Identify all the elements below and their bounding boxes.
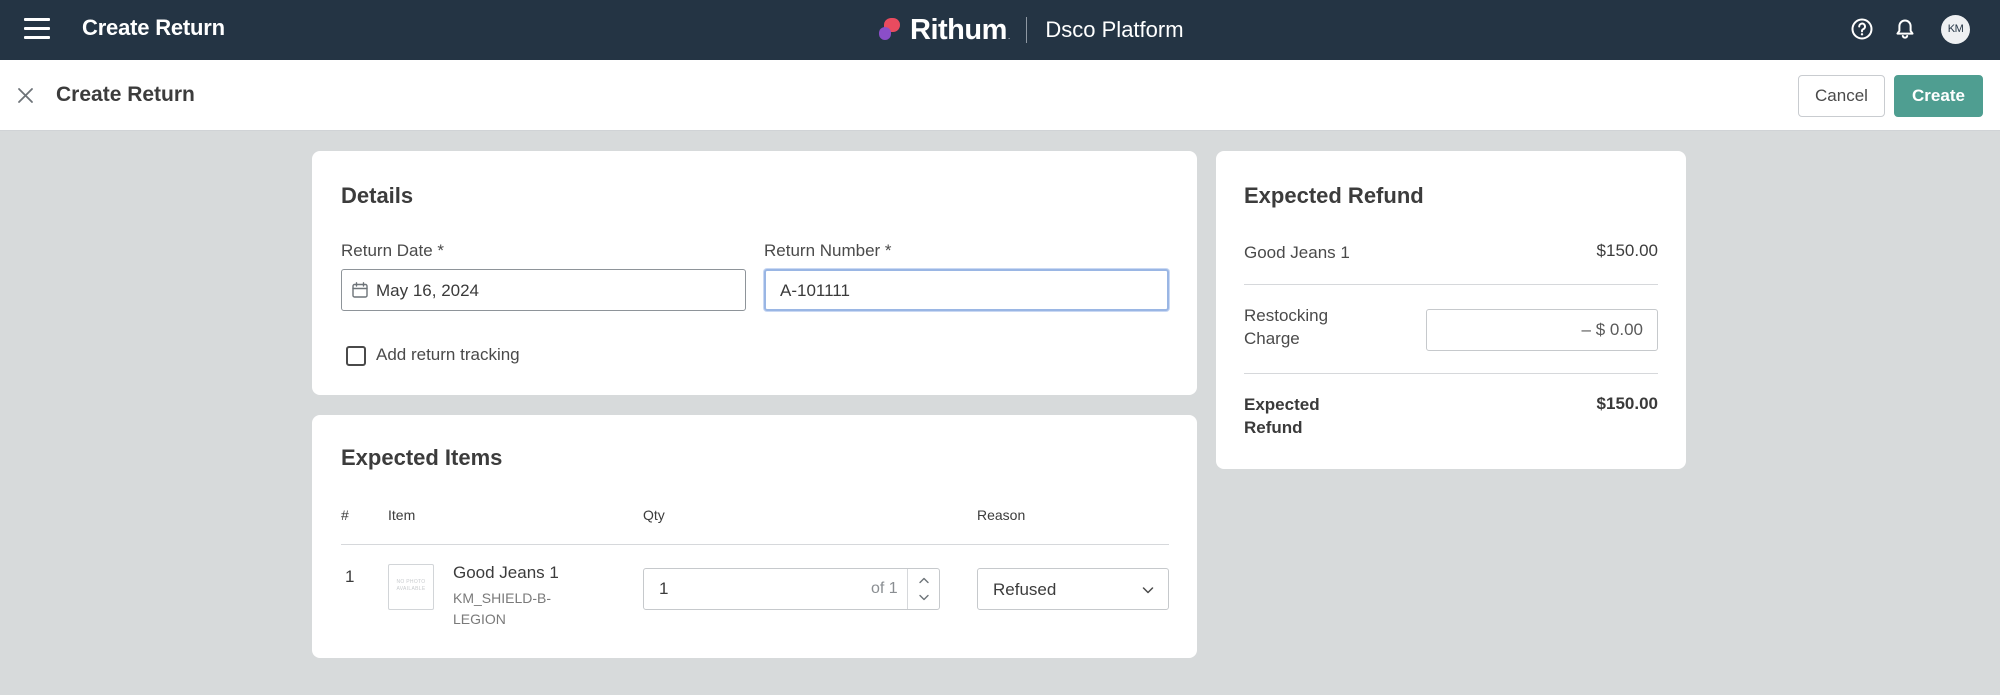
- return-tracking-label[interactable]: Add return tracking: [376, 345, 520, 365]
- refund-divider: [1244, 373, 1658, 374]
- reason-select[interactable]: Refused: [977, 568, 1169, 610]
- refund-item-label: Good Jeans 1: [1244, 243, 1350, 262]
- brand-trademark: .: [1007, 31, 1011, 41]
- item-name[interactable]: Good Jeans 1: [453, 563, 559, 583]
- help-circle-icon[interactable]: [1850, 17, 1874, 41]
- menu-icon[interactable]: [24, 18, 50, 40]
- brand-divider: [1026, 17, 1028, 43]
- top-nav-bar: Create Return Rithum . Dsco Platform KM: [0, 0, 2000, 60]
- column-header-qty: Qty: [643, 507, 665, 523]
- expected-refund-title: Expected Refund: [1244, 183, 1424, 208]
- cancel-button[interactable]: Cancel: [1798, 75, 1885, 117]
- column-header-reason: Reason: [977, 507, 1026, 523]
- details-card: Details Return Date * May 16, 2024 Retur…: [312, 151, 1197, 395]
- page-title: Create Return: [56, 83, 195, 106]
- rithum-logo-icon: [878, 17, 904, 43]
- return-date-value: May 16, 2024: [376, 281, 480, 300]
- stepper-divider: [907, 569, 908, 609]
- expected-refund-card: Expected Refund Good Jeans 1 $150.00 Res…: [1216, 151, 1686, 469]
- avatar[interactable]: KM: [1941, 15, 1970, 44]
- details-title: Details: [341, 183, 414, 208]
- chevron-down-icon[interactable]: [912, 590, 936, 605]
- expected-refund-total-value: $150.00: [1596, 394, 1658, 413]
- create-button[interactable]: Create: [1894, 75, 1983, 117]
- row-index: 1: [345, 567, 355, 586]
- refund-divider: [1244, 284, 1658, 285]
- reason-selected-value: Refused: [993, 580, 1057, 599]
- expected-items-title: Expected Items: [341, 445, 503, 470]
- restocking-charge-input[interactable]: – $ 0.00: [1426, 309, 1658, 351]
- expected-refund-total-label: Expected Refund: [1244, 395, 1320, 437]
- app-title: Create Return: [82, 15, 225, 40]
- item-sku: KM_SHIELD-B-LEGION: [453, 590, 552, 627]
- brand-logo: Rithum . Dsco Platform: [878, 12, 1184, 48]
- quantity-stepper[interactable]: 1 of 1: [643, 568, 940, 610]
- quantity-value[interactable]: 1: [659, 579, 668, 599]
- return-number-field[interactable]: A-101111: [764, 269, 1169, 311]
- brand-platform-name: Dsco Platform: [1045, 17, 1184, 42]
- bell-icon[interactable]: [1893, 17, 1917, 41]
- refund-item-value: $150.00: [1596, 241, 1658, 260]
- chevron-up-icon[interactable]: [912, 573, 936, 588]
- return-number-value: A-101111: [780, 281, 850, 300]
- column-header-item: Item: [388, 507, 416, 523]
- restocking-charge-value: – $ 0.00: [1581, 320, 1643, 339]
- expected-items-card: Expected Items # Item Qty Reason 1 NO PH…: [312, 415, 1197, 658]
- chevron-down-icon[interactable]: [1140, 582, 1156, 598]
- close-icon[interactable]: [15, 85, 36, 106]
- restocking-charge-label: Restocking Charge: [1244, 306, 1329, 348]
- brand-name: Rithum: [910, 13, 1007, 46]
- column-header-index: #: [341, 507, 349, 523]
- page-header: Create Return Cancel Create: [0, 60, 2000, 131]
- table-header-divider: [341, 544, 1169, 545]
- return-date-field[interactable]: May 16, 2024: [341, 269, 746, 311]
- return-tracking-checkbox[interactable]: [346, 346, 366, 366]
- return-number-label: Return Number *: [764, 241, 892, 260]
- return-date-label: Return Date *: [341, 241, 444, 260]
- item-thumbnail: NO PHOTO AVAILABLE: [388, 564, 434, 610]
- calendar-icon[interactable]: [351, 281, 369, 299]
- quantity-of-total: of 1: [871, 580, 898, 597]
